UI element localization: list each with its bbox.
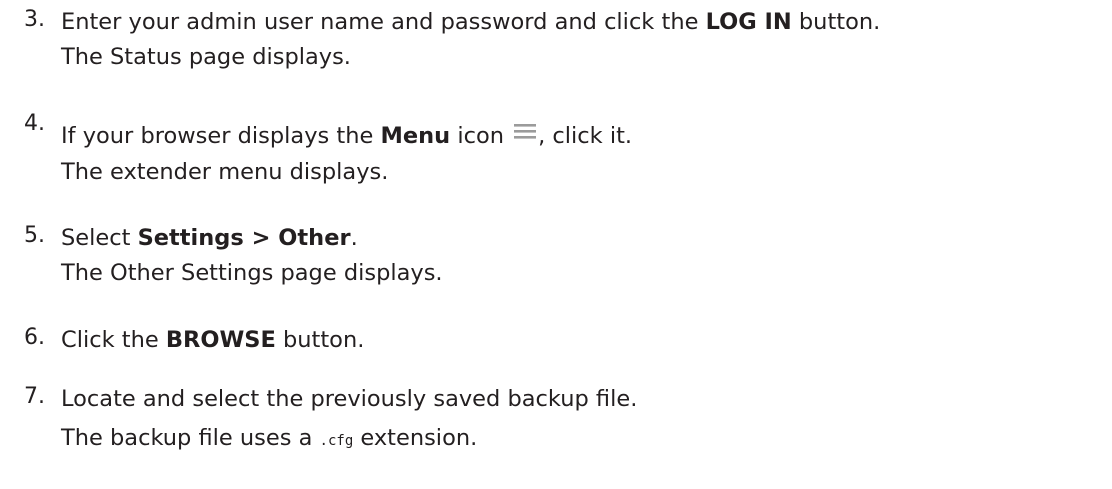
- step-result: The Status page displays.: [61, 44, 351, 70]
- step-number: 6.: [24, 325, 45, 350]
- step-number: 4.: [24, 111, 45, 136]
- menu-label: Menu: [380, 123, 451, 149]
- step-number: 7.: [24, 384, 45, 409]
- menu-icon: [514, 124, 537, 139]
- step-instruction: Click the BROWSE button.: [61, 327, 365, 353]
- browse-label: BROWSE: [165, 327, 276, 353]
- step-instruction: Select Settings > Other.: [61, 225, 358, 251]
- log-in-label: LOG IN: [705, 9, 792, 35]
- step-result: The backup file uses a .cfg extension.: [61, 425, 478, 451]
- step-result: The extender menu displays.: [61, 159, 389, 185]
- step-number: 5.: [24, 223, 45, 248]
- step-instruction: If your browser displays the Menu icon ,…: [61, 123, 633, 149]
- step-instruction: Enter your admin user name and password …: [61, 9, 881, 35]
- file-extension-code: .cfg: [319, 433, 354, 449]
- step-number: 3.: [24, 7, 45, 32]
- step-instruction: Locate and select the previously saved b…: [61, 386, 638, 412]
- settings-other-label: Settings > Other: [137, 225, 351, 251]
- step-result: The Other Settings page displays.: [61, 260, 443, 286]
